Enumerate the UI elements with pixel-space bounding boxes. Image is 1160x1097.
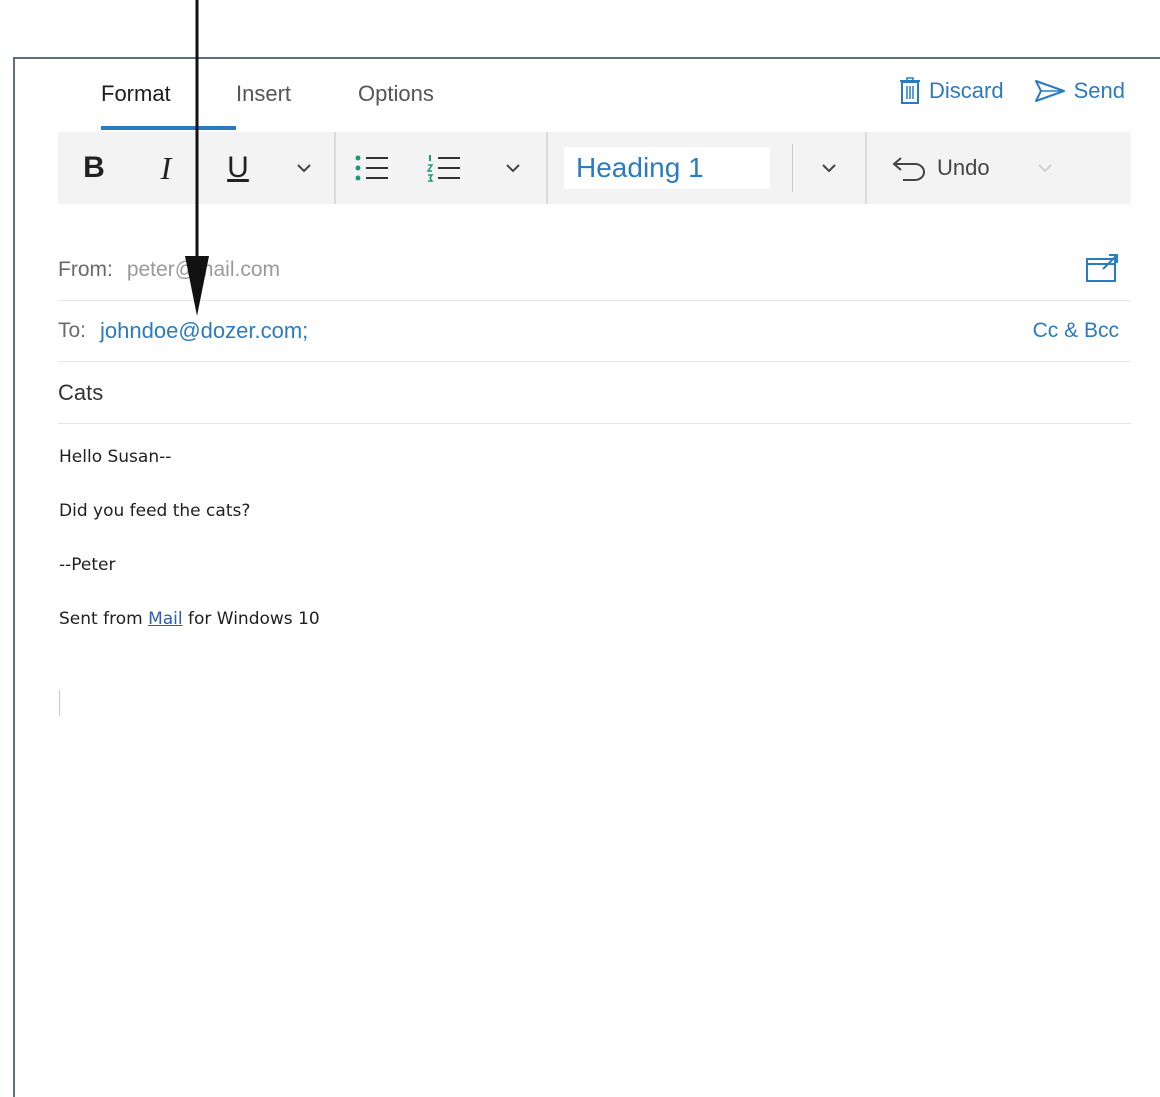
from-label: From:	[58, 257, 113, 281]
toolbar-separator	[865, 132, 867, 204]
tab-insert[interactable]: Insert	[236, 81, 291, 119]
trash-icon	[900, 77, 921, 104]
text-cursor	[59, 690, 60, 716]
body-line: Did you feed the cats?	[59, 501, 251, 521]
style-dropdown[interactable]	[793, 132, 865, 204]
signature-line: Sent from Mail for Windows 10	[59, 603, 1119, 657]
undo-icon	[892, 157, 925, 181]
tab-options[interactable]: Options	[358, 81, 434, 119]
subject-field[interactable]: Cats	[58, 362, 1131, 424]
send-button[interactable]: Send	[1034, 78, 1125, 104]
chevron-down-icon	[297, 164, 311, 173]
to-row: To: johndoe@dozer.com; Cc & Bcc	[58, 300, 1131, 362]
numbering-button[interactable]	[408, 132, 480, 204]
message-body[interactable]: Hello Susan-- Did you feed the cats? --P…	[59, 441, 1119, 657]
discard-button[interactable]: Discard	[899, 77, 1004, 105]
send-icon	[1034, 80, 1065, 102]
underline-button[interactable]: U	[202, 132, 274, 204]
font-options-dropdown[interactable]	[274, 132, 334, 204]
numbered-list-icon	[426, 155, 460, 182]
to-label: To:	[58, 318, 87, 342]
body-line: --Peter	[59, 555, 116, 575]
cc-bcc-button[interactable]: Cc & Bcc	[1033, 319, 1119, 343]
undo-label: Undo	[937, 155, 990, 180]
body-line: Hello Susan--	[59, 447, 172, 467]
send-label: Send	[1073, 78, 1125, 103]
chevron-down-icon	[506, 164, 520, 173]
signature-suffix: for Windows 10	[182, 609, 320, 629]
from-row: From: peter@mail.com	[58, 239, 1131, 301]
signature-prefix: Sent from	[59, 609, 149, 629]
bulleted-list-icon	[355, 155, 388, 181]
to-recipient[interactable]: johndoe@dozer.com;	[100, 318, 308, 344]
undo-history-dropdown[interactable]	[1010, 132, 1080, 204]
mail-link[interactable]: Mail	[148, 609, 183, 629]
undo-button[interactable]: Undo	[891, 155, 990, 181]
chevron-down-icon	[822, 164, 836, 173]
compose-actions: Discard Send	[899, 77, 1125, 105]
pop-out-icon[interactable]	[1085, 253, 1119, 285]
active-tab-indicator	[101, 126, 236, 130]
bold-button[interactable]: B	[58, 132, 130, 204]
bullets-button[interactable]	[336, 132, 408, 204]
format-toolbar: B I U Heading 1 Undo	[58, 132, 1131, 204]
callout-arrow	[185, 0, 209, 316]
style-selector[interactable]: Heading 1	[564, 147, 770, 189]
tab-format[interactable]: Format	[101, 81, 171, 119]
paragraph-options-dropdown[interactable]	[480, 132, 546, 204]
toolbar-separator	[546, 132, 548, 204]
chevron-down-icon	[1037, 164, 1052, 173]
discard-label: Discard	[929, 78, 1004, 103]
